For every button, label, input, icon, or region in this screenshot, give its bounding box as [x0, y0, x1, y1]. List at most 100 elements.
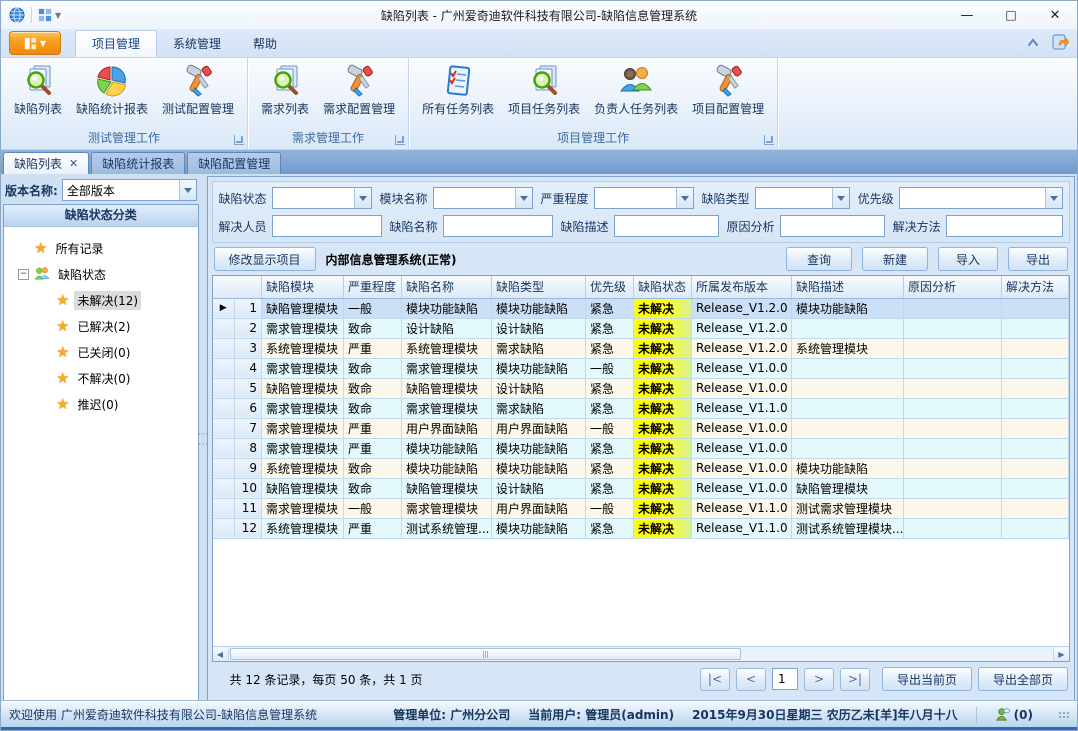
table-row[interactable]: 10缺陷管理模块致命缺陷管理模块设计缺陷紧急未解决Release_V1.0.0缺… [213, 478, 1069, 498]
table-row[interactable]: 8需求管理模块严重模块功能缺陷模块功能缺陷紧急未解决Release_V1.0.0 [213, 438, 1069, 458]
defect-list-button[interactable]: 缺陷列表 [7, 60, 69, 119]
export-button[interactable]: 导出 [1008, 247, 1068, 271]
filter-combobox[interactable] [899, 187, 1063, 209]
tree-item[interactable]: ★不解决(0) [4, 365, 198, 391]
row-number: 12 [235, 518, 262, 538]
prev-page-button[interactable]: < [736, 668, 766, 691]
doc-tab-defect-list[interactable]: 缺陷列表 ✕ [3, 152, 89, 174]
table-cell: 需求管理模块 [402, 498, 492, 518]
resize-grip[interactable] [1059, 712, 1069, 718]
table-row[interactable]: 12系统管理模块严重测试系统管理...模块功能缺陷紧急未解决Release_V1… [213, 518, 1069, 538]
table-cell [1002, 518, 1069, 538]
table-row[interactable]: 5缺陷管理模块致命缺陷管理模块设计缺陷紧急未解决Release_V1.0.0 [213, 378, 1069, 398]
ribbon-collapse-chevron-icon[interactable] [1025, 36, 1041, 48]
next-page-button[interactable]: > [804, 668, 834, 691]
all-tasks-button[interactable]: 所有任务列表 [415, 60, 501, 119]
filter-combobox[interactable] [594, 187, 694, 209]
query-button[interactable]: 查询 [786, 247, 852, 271]
sidebar-splitter[interactable]: ⋮⋮ [199, 176, 207, 701]
version-combobox[interactable]: 全部版本 [62, 179, 197, 201]
doc-tab-defect-config[interactable]: 缺陷配置管理 [187, 152, 281, 174]
filter-text-input[interactable] [272, 215, 382, 237]
requirement-config-button[interactable]: 需求配置管理 [316, 60, 402, 119]
first-page-button[interactable]: |< [700, 668, 730, 691]
tree-item[interactable]: ★推迟(0) [4, 391, 198, 417]
tree-item[interactable]: −缺陷状态 [4, 261, 198, 287]
tree-item[interactable]: ★已解决(2) [4, 313, 198, 339]
ribbon-tab-project[interactable]: 项目管理 [75, 30, 157, 57]
filter-text-input[interactable] [780, 215, 885, 237]
column-header[interactable]: 缺陷名称 [402, 276, 492, 298]
project-tasks-button[interactable]: 项目任务列表 [501, 60, 587, 119]
combo-dropdown-button[interactable] [676, 188, 693, 208]
ribbon-tab-help[interactable]: 帮助 [237, 31, 293, 57]
import-button[interactable]: 导入 [938, 247, 998, 271]
scrollbar-thumb[interactable] [230, 648, 741, 660]
owner-tasks-button[interactable]: 负责人任务列表 [587, 60, 685, 119]
combo-dropdown-button[interactable] [1045, 188, 1062, 208]
export-current-page-button[interactable]: 导出当前页 [882, 667, 972, 691]
new-button[interactable]: 新建 [862, 247, 928, 271]
minimize-button[interactable]: — [945, 2, 989, 29]
column-header[interactable]: 缺陷描述 [792, 276, 904, 298]
column-header[interactable]: 缺陷状态 [634, 276, 692, 298]
filter-combobox[interactable] [755, 187, 850, 209]
tab-close-icon[interactable]: ✕ [69, 157, 78, 170]
table-row[interactable]: 4需求管理模块致命需求管理模块模块功能缺陷一般未解决Release_V1.0.0 [213, 358, 1069, 378]
maximize-button[interactable]: □ [989, 2, 1033, 29]
table-cell: 缺陷管理模块 [262, 478, 344, 498]
filter-text-input[interactable] [614, 215, 719, 237]
defect-report-button[interactable]: 缺陷统计报表 [69, 60, 155, 119]
table-cell: 紧急 [586, 438, 634, 458]
filter-text-input[interactable] [946, 215, 1063, 237]
table-row[interactable]: 3系统管理模块严重系统管理模块需求缺陷紧急未解决Release_V1.2.0系统… [213, 338, 1069, 358]
table-row[interactable]: 11需求管理模块一般需求管理模块用户界面缺陷一般未解决Release_V1.1.… [213, 498, 1069, 518]
requirement-list-button[interactable]: 需求列表 [254, 60, 316, 119]
column-header[interactable]: 解决方法 [1002, 276, 1069, 298]
column-header[interactable]: 原因分析 [904, 276, 1002, 298]
dialog-launcher-icon[interactable] [234, 135, 244, 145]
help-about-icon[interactable] [1051, 34, 1069, 50]
modify-columns-button[interactable]: 修改显示项目 [214, 247, 316, 271]
column-header[interactable]: 严重程度 [344, 276, 402, 298]
scroll-left-icon[interactable]: ◀ [213, 647, 229, 661]
dialog-launcher-icon[interactable] [764, 135, 774, 145]
filter-label: 原因分析 [727, 218, 775, 235]
combo-dropdown-button[interactable] [832, 188, 849, 208]
combo-dropdown-button[interactable] [515, 188, 532, 208]
close-button[interactable]: ✕ [1033, 2, 1077, 29]
column-header[interactable]: 所属发布版本 [692, 276, 792, 298]
table-row[interactable]: 6需求管理模块致命需求管理模块需求缺陷紧急未解决Release_V1.1.0 [213, 398, 1069, 418]
scroll-right-icon[interactable]: ▶ [1053, 647, 1069, 661]
ribbon-group-test: 缺陷列表 缺陷统计报表 测试配置管理 测试管理工作 [1, 58, 248, 149]
table-cell: 测试需求管理模块 [792, 498, 904, 518]
ribbon-tab-system[interactable]: 系统管理 [157, 31, 237, 57]
combo-dropdown-button[interactable] [179, 180, 196, 200]
tree-item[interactable]: ★已关闭(0) [4, 339, 198, 365]
page-number-input[interactable]: 1 [772, 668, 798, 690]
application-menu-button[interactable]: ▼ [9, 31, 61, 55]
quick-access-grid-icon[interactable]: ▼ [38, 8, 61, 22]
tree-expander-icon[interactable]: − [18, 269, 29, 280]
dialog-launcher-icon[interactable] [395, 135, 405, 145]
filter-combobox[interactable] [272, 187, 372, 209]
filter-text-input[interactable] [443, 215, 553, 237]
table-cell: 缺陷管理模块 [262, 378, 344, 398]
column-header[interactable]: 优先级 [586, 276, 634, 298]
test-config-button[interactable]: 测试配置管理 [155, 60, 241, 119]
doc-tab-defect-report[interactable]: 缺陷统计报表 [91, 152, 185, 174]
table-row[interactable]: 9系统管理模块致命模块功能缺陷模块功能缺陷紧急未解决Release_V1.0.0… [213, 458, 1069, 478]
column-header[interactable]: 缺陷类型 [492, 276, 586, 298]
export-all-pages-button[interactable]: 导出全部页 [978, 667, 1068, 691]
tree-item[interactable]: ★未解决(12) [4, 287, 198, 313]
filter-combobox[interactable] [433, 187, 533, 209]
table-row[interactable]: ▶1缺陷管理模块一般模块功能缺陷模块功能缺陷紧急未解决Release_V1.2.… [213, 298, 1069, 318]
column-header[interactable]: 缺陷模块 [262, 276, 344, 298]
combo-dropdown-button[interactable] [354, 188, 371, 208]
table-row[interactable]: 7需求管理模块严重用户界面缺陷用户界面缺陷一般未解决Release_V1.0.0 [213, 418, 1069, 438]
project-config-button[interactable]: 项目配置管理 [685, 60, 771, 119]
last-page-button[interactable]: >| [840, 668, 870, 691]
horizontal-scrollbar[interactable]: ◀ ▶ [213, 646, 1070, 661]
tree-item[interactable]: ★所有记录 [4, 235, 198, 261]
table-row[interactable]: 2需求管理模块致命设计缺陷设计缺陷紧急未解决Release_V1.2.0 [213, 318, 1069, 338]
